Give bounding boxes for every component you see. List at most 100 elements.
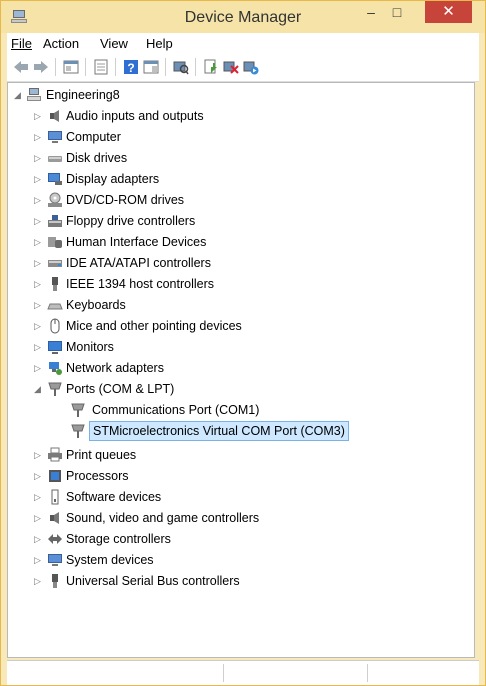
forward-arrow-icon[interactable] xyxy=(33,59,49,75)
hid-icon xyxy=(48,237,62,248)
toolbar-separator xyxy=(115,58,116,76)
maximize-button[interactable]: □ xyxy=(384,1,410,23)
expand-arrow-icon[interactable]: ▷ xyxy=(34,466,42,481)
tree-item-label: IEEE 1394 host controllers xyxy=(66,277,214,291)
status-bar xyxy=(7,660,479,685)
computer-root-icon xyxy=(27,88,41,101)
minimize-button[interactable]: – xyxy=(358,1,384,23)
usb-icon xyxy=(52,574,58,588)
tree-item-label: Human Interface Devices xyxy=(66,235,207,249)
tree-item-label: Sound, video and game controllers xyxy=(66,511,260,525)
uninstall-device-icon[interactable] xyxy=(223,59,239,75)
tree-item-label: Network adapters xyxy=(66,361,164,375)
status-bar-divider xyxy=(223,664,225,682)
tree-item-label: Disk drives xyxy=(66,151,128,165)
expand-arrow-icon[interactable]: ▷ xyxy=(34,508,42,523)
sound-icon xyxy=(50,512,59,524)
svg-text:?: ? xyxy=(127,61,134,75)
tree-item-label: Floppy drive controllers xyxy=(66,214,196,228)
expand-arrow-icon[interactable]: ▷ xyxy=(34,337,42,352)
dvd-icon xyxy=(48,192,62,207)
close-button[interactable]: ✕ xyxy=(425,1,472,23)
enable-device-icon[interactable] xyxy=(243,59,259,75)
menu-file[interactable]: File xyxy=(11,36,32,51)
help-icon[interactable]: ? xyxy=(123,59,139,75)
port-icon xyxy=(71,424,85,438)
tree-item-label: Mice and other pointing devices xyxy=(66,319,242,333)
display-adapter-icon xyxy=(48,173,62,185)
expand-arrow-icon[interactable]: ▷ xyxy=(34,295,42,310)
tree-item-label: Keyboards xyxy=(66,298,126,312)
toolbar-separator xyxy=(55,58,56,76)
expand-arrow-icon[interactable]: ▷ xyxy=(34,358,42,373)
tree-item-label: DVD/CD-ROM drives xyxy=(66,193,185,207)
mouse-icon xyxy=(50,318,60,334)
system-device-icon xyxy=(48,554,62,566)
software-device-icon xyxy=(51,489,59,505)
tree-child-label: Communications Port (COM1) xyxy=(92,403,260,417)
tree-item-label: Computer xyxy=(66,130,121,144)
expand-arrow-icon[interactable]: ▷ xyxy=(34,529,42,544)
toolbar-separator xyxy=(195,58,196,76)
processor-icon xyxy=(49,470,61,482)
tree-item-label: Print queues xyxy=(66,448,137,462)
back-arrow-icon[interactable] xyxy=(13,59,29,75)
monitor-icon xyxy=(48,341,62,354)
toolbar: ? xyxy=(7,53,479,82)
tree-child-label: STMicroelectronics Virtual COM Port (COM… xyxy=(89,421,349,441)
floppy-icon xyxy=(48,215,62,227)
toolbar-separator xyxy=(165,58,166,76)
network-icon xyxy=(49,362,62,375)
storage-icon xyxy=(48,534,62,544)
disk-drive-icon xyxy=(48,156,62,162)
tree-item-label: Audio inputs and outputs xyxy=(66,109,204,123)
expand-arrow-icon[interactable]: ▷ xyxy=(34,274,42,289)
collapse-arrow-icon[interactable]: ◢ xyxy=(34,379,42,394)
collapse-arrow-icon[interactable]: ◢ xyxy=(14,85,22,100)
menu-help[interactable]: Help xyxy=(146,36,173,51)
expand-arrow-icon[interactable]: ▷ xyxy=(34,445,42,460)
tree-item-label: Software devices xyxy=(66,490,162,504)
expand-arrow-icon[interactable]: ▷ xyxy=(34,211,42,226)
expand-arrow-icon[interactable]: ▷ xyxy=(34,316,42,331)
tree-item-label: Universal Serial Bus controllers xyxy=(66,574,240,588)
audio-icon xyxy=(50,110,59,122)
printer-icon xyxy=(48,447,62,462)
expand-arrow-icon[interactable]: ▷ xyxy=(34,169,42,184)
scan-hardware-icon[interactable] xyxy=(173,59,189,75)
expand-arrow-icon[interactable]: ▷ xyxy=(34,232,42,247)
expand-arrow-icon[interactable]: ▷ xyxy=(34,190,42,205)
tree-item-label: Processors xyxy=(66,469,129,483)
title-bar[interactable]: Device Manager – □ ✕ xyxy=(1,1,485,33)
update-driver-icon[interactable] xyxy=(203,59,219,75)
device-manager-window: Device Manager – □ ✕ File Action View He… xyxy=(0,0,486,686)
expand-arrow-icon[interactable]: ▷ xyxy=(34,571,42,586)
computer-icon xyxy=(48,131,62,143)
tree-item-label: Storage controllers xyxy=(66,532,171,546)
expand-arrow-icon[interactable]: ▷ xyxy=(34,487,42,502)
properties-pane-icon[interactable] xyxy=(63,59,79,75)
window-title: Device Manager xyxy=(184,9,302,26)
ide-icon xyxy=(48,260,62,267)
toolbar-separator xyxy=(85,58,86,76)
document-icon[interactable] xyxy=(93,59,109,75)
tree-item-label: Monitors xyxy=(66,340,114,354)
expand-arrow-icon[interactable]: ▷ xyxy=(34,106,42,121)
menu-action[interactable]: Action xyxy=(43,36,79,51)
expand-arrow-icon[interactable]: ▷ xyxy=(34,550,42,565)
expand-arrow-icon[interactable]: ▷ xyxy=(34,127,42,142)
menu-bar: File Action View Help xyxy=(7,33,479,53)
tree-root-label: Engineering8 xyxy=(46,88,120,102)
tree-item-label: System devices xyxy=(66,553,154,567)
expand-arrow-icon[interactable]: ▷ xyxy=(34,253,42,268)
port-icon xyxy=(48,382,62,396)
device-tree[interactable]: ◢ Engineering8 ▷ Audio inputs and output… xyxy=(7,82,475,658)
ieee1394-icon xyxy=(52,277,58,291)
tree-item-label: IDE ATA/ATAPI controllers xyxy=(66,256,211,270)
tree-item-label: Ports (COM & LPT) xyxy=(66,382,175,396)
menu-view[interactable]: View xyxy=(100,36,128,51)
tree-item-label: Display adapters xyxy=(66,172,160,186)
expand-arrow-icon[interactable]: ▷ xyxy=(34,148,42,163)
view-pane-icon[interactable] xyxy=(143,59,159,75)
keyboard-icon xyxy=(47,303,63,310)
